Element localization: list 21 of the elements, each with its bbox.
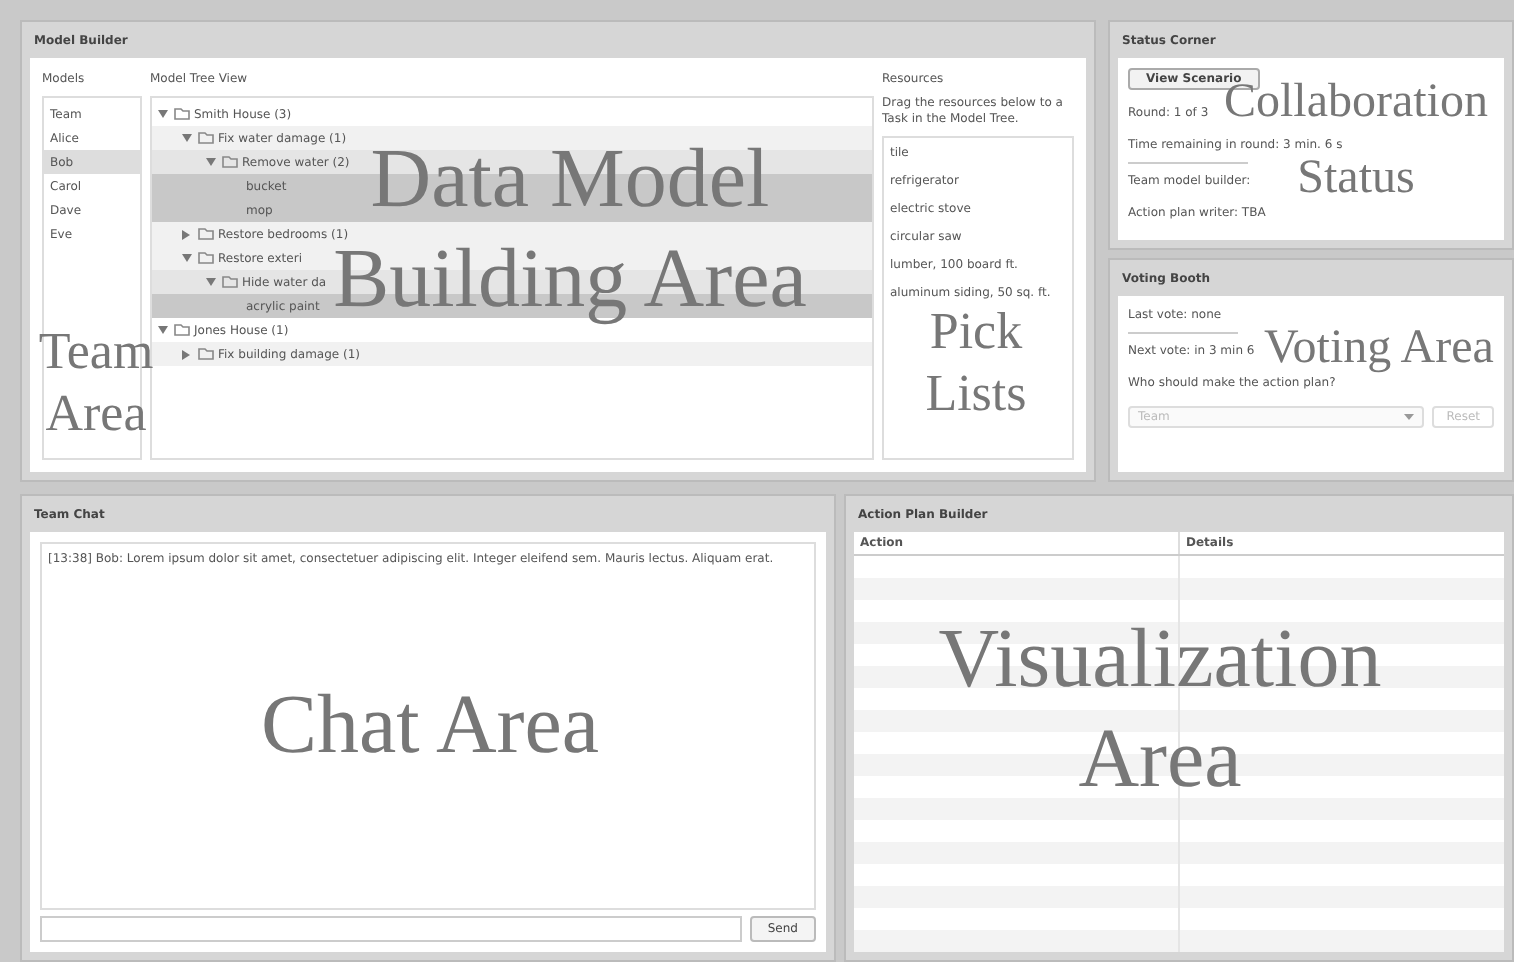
- dropdown-caret-icon: [1404, 414, 1415, 420]
- area-label: Pick: [929, 304, 1023, 360]
- area-label: Team: [38, 324, 154, 380]
- expanded-icon[interactable]: [182, 134, 192, 142]
- expanded-icon[interactable]: [206, 158, 216, 166]
- expanded-icon[interactable]: [158, 326, 168, 334]
- collapsed-icon[interactable]: [182, 229, 190, 239]
- area-label: Area: [45, 386, 147, 442]
- area-label: Status: [1297, 156, 1415, 200]
- expanded-icon[interactable]: [158, 110, 168, 118]
- area-label: Chat Area: [260, 682, 600, 770]
- area-label: Voting Area: [1264, 326, 1494, 370]
- area-label: Visualization: [938, 616, 1382, 704]
- area-label: Area: [1078, 716, 1242, 804]
- area-label: Building Area: [333, 236, 807, 324]
- area-label: Lists: [925, 366, 1027, 422]
- expanded-icon[interactable]: [182, 254, 192, 262]
- collapsed-icon[interactable]: [182, 349, 190, 359]
- area-label: Data Model: [370, 136, 770, 224]
- message-input[interactable]: [40, 916, 742, 942]
- expanded-icon[interactable]: [206, 278, 216, 286]
